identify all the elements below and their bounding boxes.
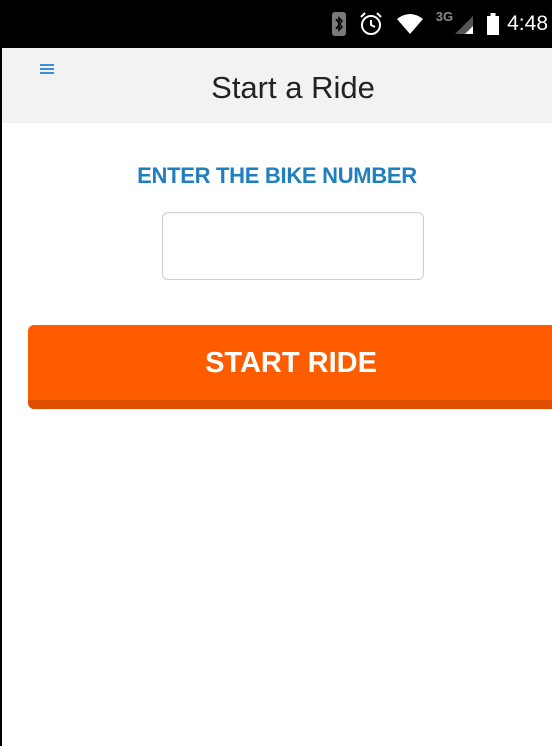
page-title: Start a Ride (211, 70, 375, 105)
bike-number-input[interactable] (162, 212, 424, 280)
app-bar: Start a Ride (2, 48, 552, 123)
battery-icon (487, 0, 500, 48)
status-time: 4:48 (507, 12, 548, 35)
app-screen: 3G 4:48 Start a Ride ENTER THE BIKE NUMB… (0, 0, 552, 746)
start-ride-button[interactable]: START RIDE (28, 325, 552, 409)
network-type-badge: 3G (435, 8, 454, 24)
wifi-icon (396, 0, 424, 48)
start-ride-label: START RIDE (205, 347, 377, 379)
alarm-icon (358, 0, 384, 48)
bike-number-label: ENTER THE BIKE NUMBER (137, 163, 417, 188)
bluetooth-icon (331, 0, 346, 48)
signal-icon: 3G (436, 0, 475, 48)
status-bar: 3G 4:48 (2, 0, 552, 48)
